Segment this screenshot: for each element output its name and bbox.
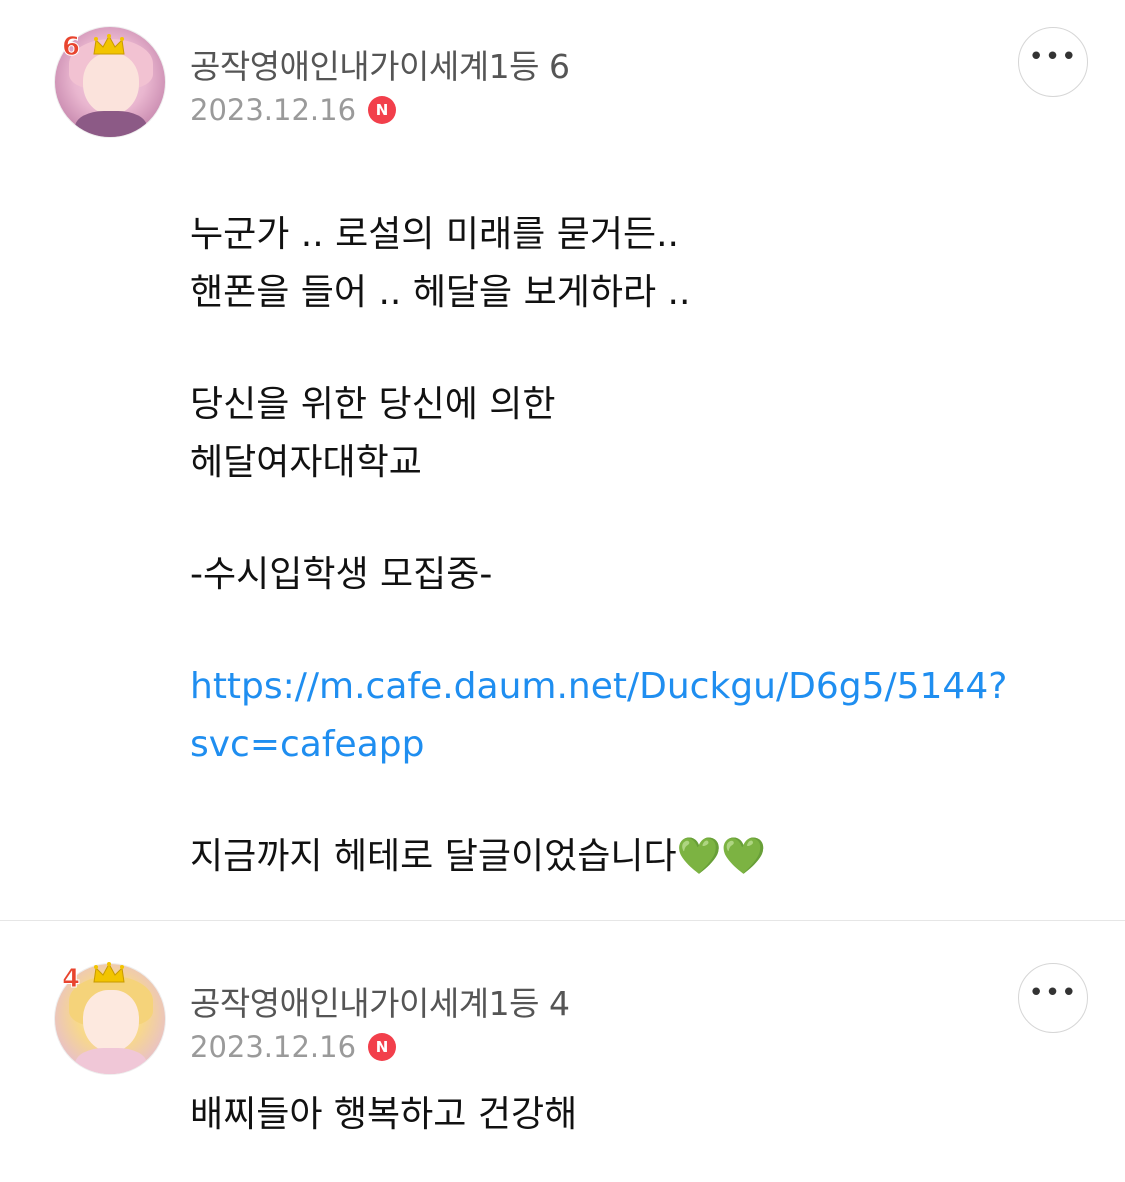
comment-item: 6 공작영애인내가이세계1등 6 2023.12.16 N ••• 누군가 ..… — [0, 0, 1125, 920]
rank-badge: 6 — [61, 32, 81, 63]
nickname[interactable]: 공작영애인내가이세계1등 4 — [190, 977, 570, 1025]
more-options-button[interactable]: ••• — [1018, 963, 1088, 1033]
crown-icon — [93, 962, 125, 983]
comment-body: 누군가 .. 로설의 미래를 묻거든.. 핸폰을 들어 .. 헤달을 보게하라 … — [190, 206, 1007, 886]
new-badge: N — [368, 96, 397, 124]
comment-meta: 2023.12.16 N — [190, 1027, 397, 1067]
comment-date: 2023.12.16 — [190, 93, 357, 127]
comment-body: 배찌들아 행복하고 건강해 — [190, 1086, 577, 1144]
nickname[interactable]: 공작영애인내가이세계1등 6 — [190, 40, 570, 88]
comment-text: 지금까지 헤테로 달글이었습니다 — [190, 836, 677, 877]
comment-link[interactable]: https://m.cafe.daum.net/Duckgu/D6g5/5144… — [190, 658, 1007, 716]
avatar-face — [83, 990, 139, 1052]
comment-text-line: -수시입학생 모집중- — [190, 554, 493, 595]
new-badge: N — [368, 1033, 397, 1061]
avatar-body — [75, 111, 147, 137]
comment-item: 공작영애인내가이세계1등 4 2023.12.16 N ••• 배찌들아 행복하… — [0, 921, 1125, 1182]
comment-text-line: 당신을 위한 당신에 의한 — [190, 384, 556, 425]
more-icon: ••• — [1028, 978, 1078, 1008]
green-heart-icon: 💚💚 — [676, 836, 767, 877]
comment-meta: 2023.12.16 N — [190, 90, 397, 130]
rank-badge: 4 — [61, 964, 81, 995]
avatar-body — [75, 1048, 147, 1074]
crown-icon — [93, 34, 125, 55]
comment-text-line: 핸폰을 들어 .. 헤달을 보게하라 .. — [190, 272, 691, 313]
comment-text-line: 헤달여자대학교 — [190, 442, 422, 483]
more-options-button[interactable]: ••• — [1018, 27, 1088, 97]
comment-text-line: 지금까지 헤테로 달글이었습니다💚💚 — [190, 828, 1007, 886]
more-icon: ••• — [1028, 42, 1078, 72]
comment-text-line: 누군가 .. 로설의 미래를 묻거든.. — [190, 214, 679, 255]
comment-date: 2023.12.16 — [190, 1030, 357, 1064]
comment-link-continued[interactable]: svc=cafeapp — [190, 716, 1007, 774]
comment-text-line: 배찌들아 행복하고 건강해 — [190, 1094, 578, 1135]
avatar-face — [83, 53, 139, 115]
